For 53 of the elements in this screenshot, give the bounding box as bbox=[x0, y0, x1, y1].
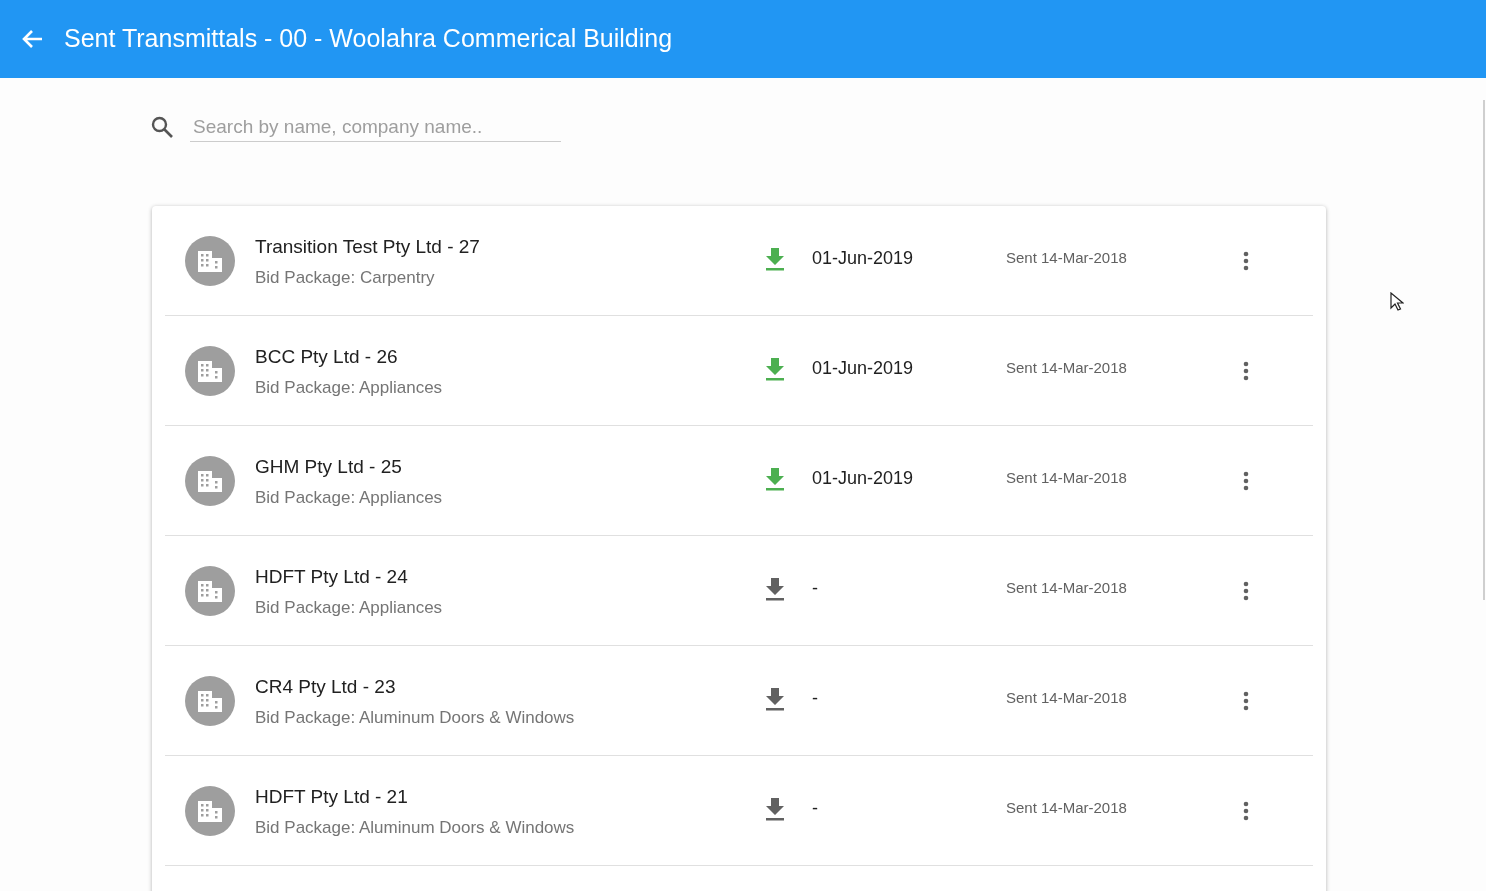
mouse-cursor-icon bbox=[1390, 292, 1404, 312]
more-vertical-icon bbox=[1243, 580, 1249, 601]
download-date: 01-Jun-2019 bbox=[812, 357, 915, 380]
download-date: 01-Jun-2019 bbox=[812, 467, 915, 490]
building-icon bbox=[197, 358, 223, 383]
bid-package: Bid Package: Carpentry bbox=[255, 267, 436, 289]
page-title: Sent Transmittals - 00 - Woolahra Commerical Building bbox=[64, 23, 673, 55]
search-icon bbox=[150, 115, 174, 139]
sent-date: Sent 14-Mar-2018 bbox=[1006, 578, 1128, 599]
more-vertical-icon bbox=[1243, 250, 1249, 271]
download-icon bbox=[765, 576, 785, 601]
sent-date: Sent 14-Mar-2018 bbox=[1006, 248, 1128, 269]
download-date: - bbox=[812, 687, 819, 710]
company-name: Transition Test Pty Ltd - 27 bbox=[255, 234, 481, 259]
company-name: BCC Pty Ltd - 26 bbox=[255, 344, 399, 369]
download-date: - bbox=[812, 797, 819, 820]
company-name: CR4 Pty Ltd - 23 bbox=[255, 674, 397, 699]
download-icon bbox=[765, 356, 785, 381]
download-button[interactable] bbox=[763, 685, 787, 712]
download-icon bbox=[765, 686, 785, 711]
building-icon bbox=[197, 578, 223, 603]
download-button[interactable] bbox=[763, 795, 787, 822]
download-icon bbox=[765, 796, 785, 821]
more-vertical-icon bbox=[1243, 470, 1249, 491]
bid-package: Bid Package: Appliances bbox=[255, 487, 444, 509]
company-name: GHM Pty Ltd - 25 bbox=[255, 454, 403, 479]
bid-package: Bid Package: Aluminum Doors & Windows bbox=[255, 707, 576, 729]
more-vertical-icon bbox=[1243, 690, 1249, 711]
back-arrow-icon bbox=[21, 29, 43, 49]
bid-package: Bid Package: Appliances bbox=[255, 597, 444, 619]
more-vertical-icon bbox=[1243, 360, 1249, 381]
building-icon bbox=[197, 248, 223, 273]
company-name: HDFT Pty Ltd - 21 bbox=[255, 784, 409, 809]
sent-date: Sent 14-Mar-2018 bbox=[1006, 798, 1128, 819]
download-button[interactable] bbox=[763, 575, 787, 602]
download-button[interactable] bbox=[763, 355, 787, 382]
bid-package: Bid Package: Appliances bbox=[255, 377, 444, 399]
company-name: HDFT Pty Ltd - 24 bbox=[255, 564, 409, 589]
download-date: 01-Jun-2019 bbox=[812, 247, 915, 270]
building-icon bbox=[197, 688, 223, 713]
bid-package: Bid Package: Aluminum Doors & Windows bbox=[255, 817, 576, 839]
download-button[interactable] bbox=[763, 245, 787, 272]
download-date: - bbox=[812, 577, 819, 600]
sent-date: Sent 14-Mar-2018 bbox=[1006, 358, 1128, 379]
building-icon bbox=[197, 798, 223, 823]
download-icon bbox=[765, 246, 785, 271]
download-button[interactable] bbox=[763, 465, 787, 492]
building-icon bbox=[197, 468, 223, 493]
download-icon bbox=[765, 466, 785, 491]
more-vertical-icon bbox=[1243, 800, 1249, 821]
search-field[interactable]: Search by name, company name.. bbox=[190, 112, 561, 142]
sent-date: Sent 14-Mar-2018 bbox=[1006, 688, 1128, 709]
sent-date: Sent 14-Mar-2018 bbox=[1006, 468, 1128, 489]
